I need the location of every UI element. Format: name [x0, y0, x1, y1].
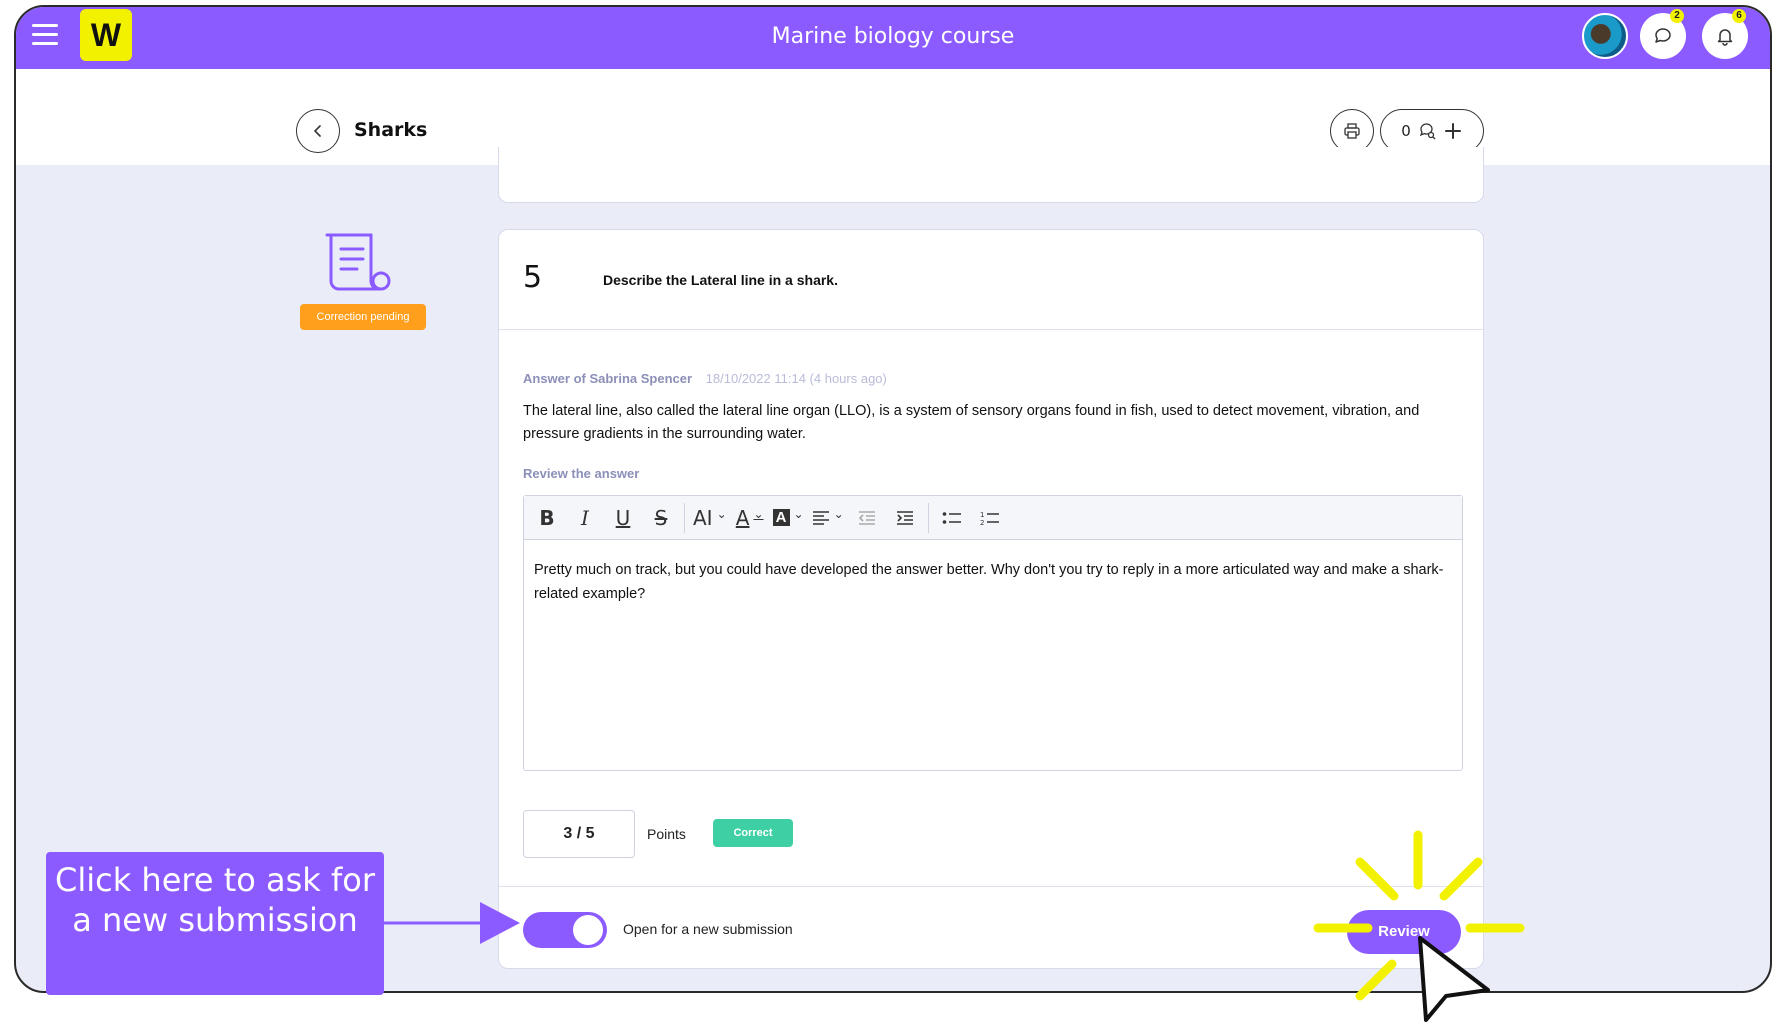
avatar[interactable] — [1582, 13, 1628, 59]
new-submission-toggle[interactable] — [523, 912, 607, 948]
svg-text:2: 2 — [980, 519, 984, 526]
question-header: 5 Describe the Lateral line in a shark. — [499, 230, 1483, 330]
scroll-document-icon — [325, 233, 391, 291]
align-icon[interactable] — [812, 503, 844, 533]
answer-meta: Answer of Sabrina Spencer 18/10/2022 11:… — [523, 371, 887, 386]
points-label: Points — [647, 826, 686, 842]
chevron-left-icon — [313, 125, 321, 137]
toolbar-divider — [927, 502, 929, 533]
review-label: Review the answer — [523, 466, 640, 481]
font-color-icon[interactable]: A — [735, 503, 765, 533]
numbered-list-icon[interactable]: 12 — [975, 503, 1005, 533]
italic-icon[interactable]: I — [570, 503, 600, 533]
strikethrough-icon[interactable]: S — [646, 503, 676, 533]
font-size-icon[interactable]: AI — [693, 503, 727, 533]
chat-bubble-icon — [1655, 28, 1671, 43]
divider — [499, 886, 1483, 887]
previous-question-card — [498, 147, 1484, 203]
underline-icon[interactable]: U — [608, 503, 638, 533]
editor-toolbar: B I U S AI A A — [524, 496, 1462, 540]
bullet-list-icon[interactable] — [937, 503, 967, 533]
score-input[interactable]: 3 / 5 — [523, 810, 635, 858]
question-card: 5 Describe the Lateral line in a shark. … — [498, 229, 1484, 969]
answer-text: The lateral line, also called the latera… — [523, 403, 1420, 442]
highlight-color-icon[interactable]: A — [772, 503, 804, 533]
chat-badge: 2 — [1670, 9, 1684, 23]
bell-icon — [1717, 29, 1733, 46]
chat-button[interactable]: 2 — [1640, 9, 1686, 59]
review-button[interactable]: Review — [1347, 910, 1461, 954]
notifications-badge: 6 — [1732, 9, 1746, 23]
svg-text:1: 1 — [980, 511, 984, 519]
status-badge: Correction pending — [300, 304, 426, 330]
plus-icon — [1444, 123, 1461, 139]
notifications-button[interactable]: 6 — [1702, 9, 1748, 59]
page-title: Sharks — [354, 119, 428, 141]
comment-count: 0 — [1401, 122, 1411, 140]
question-text: Describe the Lateral line in a shark. — [603, 272, 838, 288]
review-editor: B I U S AI A A — [523, 495, 1463, 771]
indent-icon[interactable] — [890, 503, 920, 533]
result-badge: Correct — [713, 819, 793, 847]
bold-icon[interactable]: B — [532, 503, 562, 533]
review-text-area[interactable]: Pretty much on track, but you could have… — [524, 540, 1462, 624]
app-window: W Marine biology course 2 6 Sharks 0 Cor… — [14, 5, 1772, 993]
back-button[interactable] — [296, 109, 340, 153]
comment-search-icon — [1419, 123, 1436, 140]
printer-icon — [1344, 123, 1360, 139]
top-bar: W Marine biology course 2 6 — [16, 7, 1770, 69]
course-title: Marine biology course — [771, 24, 1015, 49]
outdent-icon[interactable] — [852, 503, 882, 533]
toggle-label: Open for a new submission — [623, 921, 793, 937]
answer-date: 18/10/2022 11:14 (4 hours ago) — [705, 371, 887, 386]
question-number: 5 — [523, 260, 543, 295]
tutorial-callout: Click here to ask for a new submission — [46, 852, 384, 995]
toolbar-divider — [684, 502, 685, 533]
answer-author: Answer of Sabrina Spencer — [523, 371, 693, 386]
